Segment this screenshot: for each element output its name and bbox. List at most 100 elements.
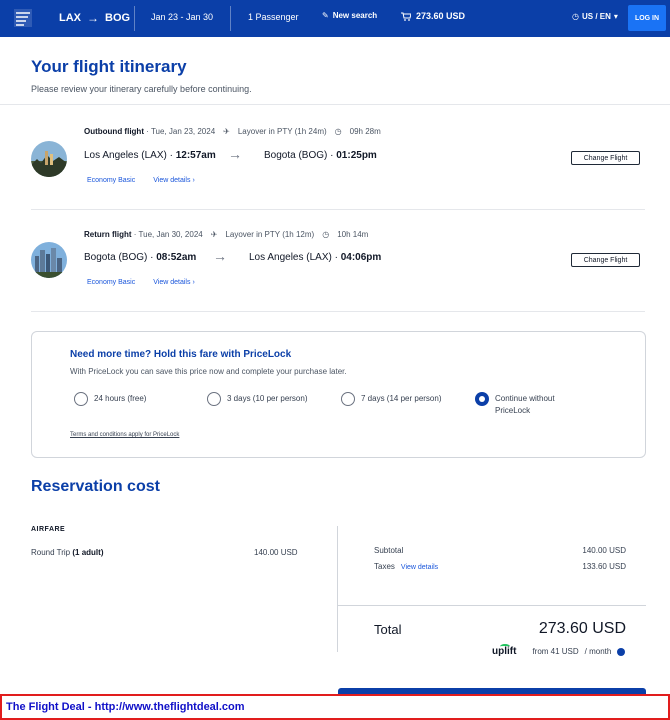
new-search-label: New search <box>332 11 378 20</box>
page-title: Your flight itinerary <box>31 57 187 76</box>
flight-links: Economy Basic View details › <box>87 279 195 286</box>
flight-meta: Return flight · Tue, Jan 30, 2024 ✈ Layo… <box>84 230 368 239</box>
passenger-count[interactable]: 1 Passenger <box>248 12 299 22</box>
arrival-city: Bogota (BOG) · <box>264 150 337 161</box>
taxes-view-details-link[interactable]: View details <box>401 564 438 571</box>
departure-time: 08:52am <box>156 252 197 263</box>
column-divider <box>337 526 338 652</box>
pricelock-terms-link[interactable]: Terms and conditions apply for PriceLock <box>70 432 179 438</box>
pricelock-title: Need more time? Hold this fare with Pric… <box>70 349 292 360</box>
login-button[interactable]: LOG IN <box>628 5 666 31</box>
radio-button-selected[interactable] <box>475 392 489 406</box>
flight-meta: Outbound flight · Tue, Jan 23, 2024 ✈ La… <box>84 127 381 136</box>
layover-info: Layover in PTY (1h 12m) <box>225 230 315 239</box>
departure-info: Bogota (BOG) · 08:52am <box>84 252 196 263</box>
chevron-right-icon: › <box>192 279 195 286</box>
option-label: Continue without PriceLock <box>495 394 555 415</box>
round-trip-amount: 140.00 USD <box>254 548 298 557</box>
radio-button[interactable] <box>207 392 221 406</box>
view-details-label: View details <box>153 279 191 286</box>
fare-class-link[interactable]: Economy Basic <box>87 177 135 184</box>
change-flight-button[interactable]: Change Flight <box>571 253 640 267</box>
section-divider <box>31 311 645 312</box>
option-label: 24 hours (free) <box>94 394 147 403</box>
watermark-text: The Flight Deal - http://www.theflightde… <box>6 701 245 713</box>
cart-summary[interactable]: 273.60 USD <box>401 11 465 21</box>
cart-total: 273.60 USD <box>416 11 466 21</box>
airline-logo-icon[interactable] <box>14 9 32 27</box>
top-bar: LAX → BOG Jan 23 - Jan 30 1 Passenger ✎ … <box>0 0 670 37</box>
uplift-financing[interactable]: uplift from 41 USD / month <box>492 644 626 657</box>
view-details-link[interactable]: View details › <box>153 279 195 286</box>
flight-links: Economy Basic View details › <box>87 177 195 184</box>
total-amount: 273.60 USD <box>538 620 626 637</box>
header-divider <box>134 6 135 31</box>
plane-icon: ✈ <box>210 230 218 239</box>
reservation-title: Reservation cost <box>31 478 160 495</box>
clock-icon: ◷ <box>322 230 330 239</box>
total-label: Total <box>374 622 402 637</box>
subtotal-amount: 140.00 USD <box>582 546 626 555</box>
chevron-right-icon: › <box>192 177 195 184</box>
option-label: 3 days (10 per person) <box>227 394 308 403</box>
pricelock-option-24h[interactable]: 24 hours (free) <box>74 392 146 406</box>
pricelock-description: With PriceLock you can save this price n… <box>70 367 347 376</box>
departure-city: Los Angeles (LAX) · <box>84 150 176 161</box>
option-label: 7 days (14 per person) <box>361 394 442 403</box>
round-trip-label: Round Trip <box>31 548 71 557</box>
new-search-button[interactable]: ✎ New search <box>322 11 377 20</box>
flight-duration: 09h 28m <box>349 127 381 136</box>
view-details-link[interactable]: View details › <box>153 177 195 184</box>
change-flight-button[interactable]: Change Flight <box>571 151 640 165</box>
fare-class-link[interactable]: Economy Basic <box>87 279 135 286</box>
taxes-amount: 133.60 USD <box>582 562 626 571</box>
subtotal-label: Subtotal <box>374 546 404 555</box>
arrival-time: 01:25pm <box>336 150 377 161</box>
route-arrow-icon: → <box>87 11 99 25</box>
radio-button[interactable] <box>341 392 355 406</box>
flight-type-label: Return flight <box>84 230 132 239</box>
taxes-label: Taxes <box>374 562 395 571</box>
layover-info: Layover in PTY (1h 24m) <box>237 127 327 136</box>
pricelock-option-7d[interactable]: 7 days (14 per person) <box>341 392 442 406</box>
locale-selector[interactable]: ◷ US / EN ▾ <box>572 12 618 21</box>
flight-duration: 10h 14m <box>337 230 369 239</box>
arrival-info: Los Angeles (LAX) · 04:06pm <box>249 252 381 263</box>
section-divider <box>0 104 670 105</box>
destination-photo <box>31 141 67 177</box>
radio-button[interactable] <box>74 392 88 406</box>
arrival-city: Los Angeles (LAX) · <box>249 252 341 263</box>
travel-dates[interactable]: Jan 23 - Jan 30 <box>151 12 213 22</box>
arrow-right-icon: → <box>213 248 227 264</box>
view-details-label: View details <box>153 177 191 184</box>
taxes-line: Taxes View details <box>374 562 438 571</box>
watermark-banner: The Flight Deal - http://www.theflightde… <box>0 694 670 720</box>
round-trip-line: Round Trip (1 adult) <box>31 548 103 557</box>
pricelock-option-none[interactable]: Continue without PriceLock <box>475 392 585 417</box>
arrival-info: Bogota (BOG) · 01:25pm <box>264 150 377 161</box>
pricelock-panel: Need more time? Hold this fare with Pric… <box>31 331 646 458</box>
destination-code: BOG <box>105 12 131 24</box>
arrow-right-icon: → <box>228 146 242 162</box>
chevron-down-icon: ▾ <box>613 12 618 21</box>
cart-icon <box>401 12 411 21</box>
adult-count: (1 adult) <box>72 548 104 557</box>
route-summary[interactable]: LAX → BOG <box>59 11 130 25</box>
airfare-heading: AIRFARE <box>31 526 66 533</box>
summary-divider <box>338 605 646 606</box>
info-icon[interactable] <box>617 647 626 656</box>
locale-label: US / EN <box>581 12 611 21</box>
plane-icon: ✈ <box>223 127 230 136</box>
clock-icon: ◷ <box>334 127 342 136</box>
destination-photo <box>31 242 67 278</box>
header-divider <box>230 6 231 31</box>
flight-date: · Tue, Jan 23, 2024 <box>146 127 216 136</box>
departure-info: Los Angeles (LAX) · 12:57am <box>84 150 216 161</box>
pricelock-option-3d[interactable]: 3 days (10 per person) <box>207 392 308 406</box>
globe-icon: ◷ <box>572 12 579 21</box>
page-subtitle: Please review your itinerary carefully b… <box>31 84 252 94</box>
flight-date: · Tue, Jan 30, 2024 <box>133 230 203 239</box>
uplift-price: from 41 USD <box>532 647 579 656</box>
uplift-period: / month <box>584 647 612 656</box>
departure-city: Bogota (BOG) · <box>84 252 157 263</box>
